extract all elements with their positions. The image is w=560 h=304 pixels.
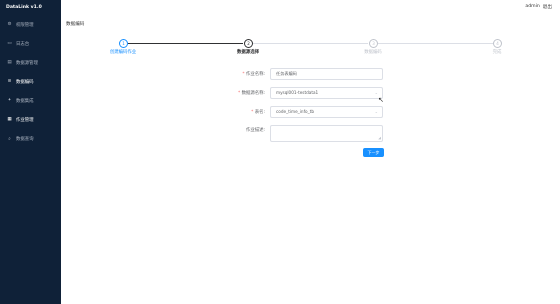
app-logo: DataLink v1.0 xyxy=(0,0,61,15)
sidebar: ⚙ 权限管理 ▭ 日志台 ▤ 数据源管理 ≡ 数据编码 ✦ 数据集成 ▦ 作业管… xyxy=(0,15,61,304)
chevron-down-icon: ⌄ xyxy=(374,109,378,114)
form-row-description: 作业描述: ◢ xyxy=(211,125,383,142)
next-button[interactable]: 下一步 xyxy=(363,148,384,157)
form-row-job-name: * 作业名称: 任务表编码 xyxy=(211,68,383,80)
logout-link[interactable]: 退出 xyxy=(543,4,552,10)
step-connector xyxy=(378,43,493,44)
job-name-input[interactable]: 任务表编码 xyxy=(270,68,383,80)
sidebar-item-datasource[interactable]: ▤ 数据源管理 xyxy=(0,53,61,72)
description-label: 作业描述: xyxy=(245,128,265,133)
main-content: 数据编码 1 2 3 4 创建编码作业 数据源选择 数据编码 完成 * 作业名称… xyxy=(61,15,560,304)
datasource-select[interactable]: mysql001-testdata1 ⌄ xyxy=(270,87,383,99)
resize-handle-icon: ◢ xyxy=(378,136,381,140)
sidebar-item-label: 作业管理 xyxy=(16,117,34,123)
user-menu[interactable]: admin 退出 xyxy=(525,4,552,10)
table-select[interactable]: code_time_info_tb ⌄ xyxy=(270,106,383,118)
form-row-table: * 表名: code_time_info_tb ⌄ xyxy=(211,106,383,118)
table-label: 表名: xyxy=(254,110,265,115)
sidebar-item-data-coding[interactable]: ≡ 数据编码 xyxy=(0,72,61,91)
stepper: 1 2 3 4 创建编码作业 数据源选择 数据编码 完成 xyxy=(61,39,560,63)
monitor-icon: ▭ xyxy=(7,41,12,46)
table-value: code_time_info_tb xyxy=(276,109,314,114)
step-node-4: 4 xyxy=(493,39,502,48)
step-node-2: 2 xyxy=(244,39,253,48)
sidebar-item-label: 数据编码 xyxy=(16,79,34,85)
step-node-1: 1 xyxy=(119,39,128,48)
step-connector xyxy=(128,43,243,44)
form-row-datasource: * 数据源名称: mysql001-testdata1 ⌄ xyxy=(211,87,383,99)
query-icon: ⌕ xyxy=(8,136,11,142)
sidebar-item-label: 数据查询 xyxy=(16,136,34,142)
step-label-3: 数据编码 xyxy=(364,50,382,55)
sidebar-item-query[interactable]: ⌕ 数据查询 xyxy=(0,129,61,148)
sidebar-item-label: 数据源管理 xyxy=(16,60,38,66)
settings-icon: ⚙ xyxy=(7,22,12,27)
step-node-3: 3 xyxy=(369,39,378,48)
sidebar-item-label: 日志台 xyxy=(16,41,30,47)
job-name-label: 作业名称: xyxy=(245,72,265,77)
step-label-1: 创建编码作业 xyxy=(109,50,137,55)
username: admin xyxy=(525,4,540,9)
sidebar-item-dashboard[interactable]: ▭ 日志台 xyxy=(0,34,61,53)
step-label-4: 完成 xyxy=(492,50,502,55)
datasource-label: 数据源名称: xyxy=(241,91,265,96)
page-title: 数据编码 xyxy=(66,22,85,27)
database-icon: ▤ xyxy=(7,60,12,65)
sidebar-item-jobs[interactable]: ▦ 作业管理 xyxy=(0,110,61,129)
mouse-cursor-icon: ↖ xyxy=(378,96,384,104)
step-label-2: 数据源选择 xyxy=(237,50,259,55)
description-textarea[interactable]: ◢ xyxy=(270,125,383,142)
sidebar-item-label: 权限管理 xyxy=(16,22,34,28)
integration-icon: ✦ xyxy=(7,98,12,103)
sidebar-item-label: 数据集成 xyxy=(16,98,34,104)
sidebar-item-integration[interactable]: ✦ 数据集成 xyxy=(0,91,61,110)
datasource-value: mysql001-testdata1 xyxy=(276,90,319,95)
task-icon: ▦ xyxy=(7,117,12,122)
sidebar-item-permissions[interactable]: ⚙ 权限管理 xyxy=(0,15,61,34)
top-bar: DataLink v1.0 admin 退出 xyxy=(0,0,560,16)
code-icon: ≡ xyxy=(7,79,12,84)
step-connector xyxy=(253,43,368,44)
